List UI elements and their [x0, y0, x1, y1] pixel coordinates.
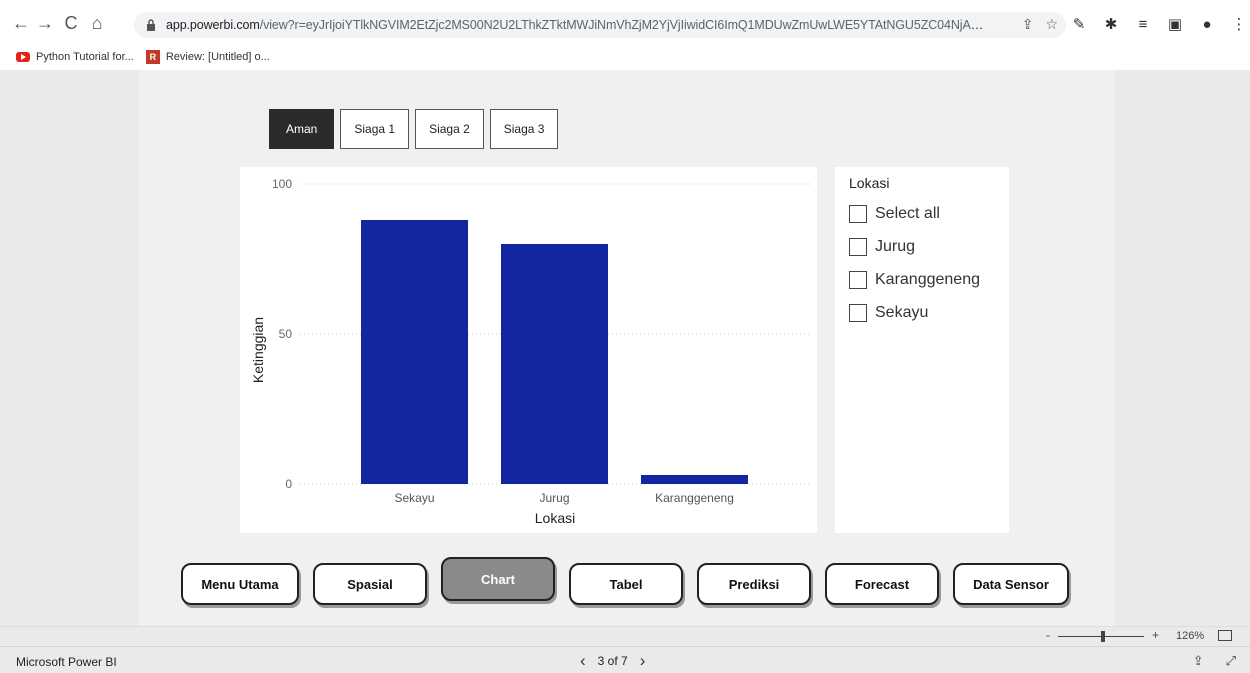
bar[interactable]	[641, 475, 748, 484]
x-tick-label: Jurug	[539, 491, 569, 505]
zoom-in-icon[interactable]: +	[1152, 628, 1159, 642]
fullscreen-icon[interactable]: ⤢	[1226, 653, 1236, 669]
share-icon[interactable]: ⇪	[1193, 653, 1204, 669]
slicer-title: Lokasi	[849, 175, 890, 191]
chart-button[interactable]: Chart	[441, 557, 555, 601]
previous-page-icon[interactable]: ‹	[580, 651, 586, 671]
y-tick-label: 0	[285, 477, 292, 491]
tabel-button[interactable]: Tabel	[569, 563, 683, 605]
tab-siaga-2[interactable]: Siaga 2	[415, 109, 484, 149]
checkbox[interactable]	[849, 237, 867, 256]
zoom-level: 126%	[1176, 630, 1205, 642]
y-axis-title: Ketinggian	[250, 317, 266, 383]
y-tick-label: 50	[279, 327, 293, 341]
x-tick-label: Sekayu	[394, 491, 434, 505]
zoom-thumb[interactable]	[1101, 631, 1105, 642]
bookmark-python-tutorial[interactable]: Python Tutorial for...	[16, 51, 134, 63]
share-icon[interactable]: ⇪	[1022, 16, 1034, 33]
reload-icon[interactable]: C	[60, 12, 82, 34]
footer: Microsoft Power BI ‹ 3 of 7 › ⇪ ⤢	[0, 646, 1250, 673]
back-icon[interactable]: ←	[10, 12, 32, 34]
fit-to-page-icon[interactable]	[1218, 630, 1232, 641]
bookmark-review[interactable]: R Review: [Untitled] o...	[145, 50, 270, 64]
x-tick-label: Karanggeneng	[655, 491, 734, 505]
home-icon[interactable]: ⌂	[86, 12, 108, 34]
menu-dots-icon[interactable]: ⋮	[1230, 15, 1248, 33]
checkbox[interactable]	[849, 204, 867, 223]
status-tabs: Aman Siaga 1 Siaga 2 Siaga 3	[269, 109, 559, 149]
bookmarks-bar: Python Tutorial for... R Review: [Untitl…	[0, 44, 1250, 70]
bookmark-star-icon[interactable]: ☆	[1045, 16, 1058, 33]
slicer-item-sekayu[interactable]: Sekayu	[849, 296, 995, 329]
tab-siaga-1[interactable]: Siaga 1	[340, 109, 410, 149]
reading-list-icon[interactable]: ≡	[1134, 16, 1152, 33]
side-panel-icon[interactable]: ▣	[1166, 15, 1184, 33]
page-pager: ‹ 3 of 7 ›	[580, 651, 645, 671]
menu-utama-button[interactable]: Menu Utama	[181, 563, 299, 605]
page-navigation: Menu Utama Spasial Chart Tabel Prediksi …	[181, 557, 1069, 605]
page-indicator: 3 of 7	[597, 654, 628, 668]
zoom-out-icon[interactable]: -	[1046, 628, 1050, 642]
youtube-icon	[16, 52, 30, 62]
zoom-bar: - + 126%	[0, 626, 1250, 646]
extension-icon[interactable]: ✎	[1070, 15, 1088, 33]
browser-toolbar: ← → C ⌂ app.powerbi.com/view?r=eyJrIjoiY…	[0, 0, 1250, 44]
puzzle-icon[interactable]: ✱	[1102, 15, 1120, 33]
spasial-button[interactable]: Spasial	[313, 563, 427, 605]
forward-icon[interactable]: →	[34, 12, 56, 34]
bar-chart[interactable]: 0 50 100 Sekayu Jurug Karanggeneng Lokasi Ketin…	[240, 167, 817, 533]
address-bar[interactable]: app.powerbi.com/view?r=eyJrIjoiYTlkNGVIM…	[134, 12, 1066, 38]
url-text: app.powerbi.com/view?r=eyJrIjoiYTlkNGVIM…	[166, 18, 986, 32]
prediksi-button[interactable]: Prediksi	[697, 563, 811, 605]
bar[interactable]	[361, 220, 468, 484]
next-page-icon[interactable]: ›	[640, 651, 646, 671]
forecast-button[interactable]: Forecast	[825, 563, 939, 605]
x-axis-title: Lokasi	[535, 510, 575, 526]
slicer-item-select-all[interactable]: Select all	[849, 197, 995, 230]
tab-aman[interactable]: Aman	[269, 109, 335, 149]
lokasi-slicer: Lokasi Select all Jurug Karanggeneng Sek…	[835, 167, 1009, 533]
tab-siaga-3[interactable]: Siaga 3	[489, 109, 559, 149]
checkbox[interactable]	[849, 303, 867, 322]
brand-label: Microsoft Power BI	[16, 655, 117, 669]
profile-avatar-icon[interactable]: ●	[1198, 16, 1216, 33]
chart-svg: 0 50 100 Sekayu Jurug Karanggeneng Lokasi Ketin…	[250, 177, 810, 526]
lock-icon	[144, 18, 158, 32]
bar[interactable]	[501, 244, 608, 484]
checkbox[interactable]	[849, 270, 867, 289]
review-icon: R	[145, 50, 160, 64]
y-tick-label: 100	[272, 177, 292, 191]
slicer-item-karanggeneng[interactable]: Karanggeneng	[849, 263, 995, 296]
slicer-item-jurug[interactable]: Jurug	[849, 230, 995, 263]
data-sensor-button[interactable]: Data Sensor	[953, 563, 1069, 605]
